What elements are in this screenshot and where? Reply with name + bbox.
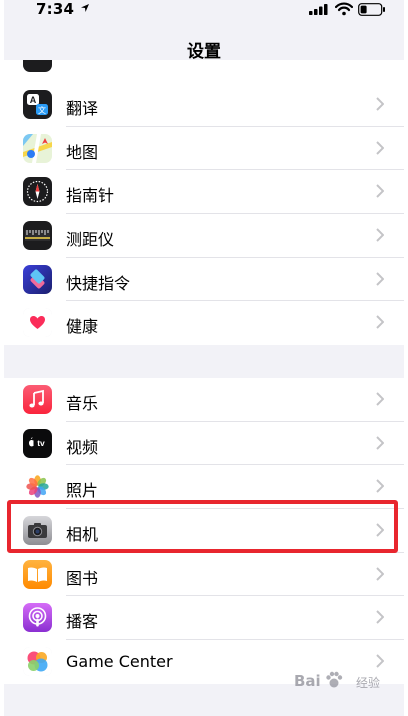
status-time: 7:34 [36,0,75,18]
tv-icon: tv [23,428,52,458]
chevron-right-icon [376,315,384,330]
settings-row-label: 翻译 [66,99,99,118]
settings-row-podcasts[interactable]: 播客 [4,596,404,641]
baidu-watermark: Bai 经验 [294,668,394,696]
photos-icon [23,472,52,502]
shortcuts-icon [23,264,52,294]
maps-icon [23,133,52,163]
settings-row-books[interactable]: 图书 [4,553,404,597]
settings-row-shortcuts[interactable]: 快捷指令 [4,258,404,302]
chevron-right-icon [376,272,384,286]
compass-icon [23,177,52,207]
settings-row-tv[interactable]: tv 视频 [4,422,404,466]
page-title: 设置 [187,42,221,62]
settings-row-label: 健康 [66,317,99,337]
settings-row-measure[interactable]: 测距仪 [4,214,404,258]
chevron-right-icon [376,479,384,494]
chevron-right-icon [376,97,384,111]
health-icon [23,308,52,338]
cellular-signal-icon [309,4,328,15]
translate-icon: A 文 [23,90,52,119]
battery-icon [358,3,385,16]
location-arrow-icon [81,4,89,12]
settings-row-label: 测距仪 [66,230,115,250]
tv-icon-text: tv [37,438,45,448]
translate-glyph-b: 文 [38,105,46,115]
settings-row-label: 视频 [66,437,99,457]
chevron-right-icon [376,184,384,199]
books-icon [23,559,52,589]
chevron-right-icon [376,567,384,581]
settings-row-health[interactable]: 健康 [4,301,404,345]
chevron-right-icon [376,610,384,625]
settings-screen: 7:34 设置 A 文 翻译 地图 指南针 测距仪 快捷指令 健康 音乐 tv … [4,0,404,716]
music-icon [23,385,52,414]
chevron-right-icon [376,392,384,406]
settings-row-label: 照片 [66,481,99,501]
watermark-subtext: 经验 [356,676,381,690]
settings-row-maps[interactable]: 地图 [4,127,404,171]
watermark-text: Bai [294,672,321,690]
chevron-right-icon [376,140,384,155]
podcasts-icon [23,603,52,633]
settings-group-apps-1: A 文 翻译 地图 指南针 测距仪 快捷指令 健康 [4,83,404,345]
settings-row-label: 地图 [66,142,99,162]
chevron-right-icon [376,435,384,450]
measure-icon [23,221,52,251]
settings-row-label: 指南针 [66,186,115,206]
status-bar: 7:34 [4,0,404,22]
chevron-right-icon [376,654,384,668]
partial-app-icon [23,60,52,72]
settings-row-compass[interactable]: 指南针 [4,170,404,215]
settings-group-partial [4,60,404,83]
camera-highlight-annotation [7,500,398,553]
paw-icon [326,671,343,688]
game-center-icon [23,647,52,677]
settings-row-label: 快捷指令 [66,273,131,293]
settings-row-translate[interactable]: A 文 翻译 [4,83,404,127]
settings-row-music[interactable]: 音乐 [4,378,404,422]
settings-row-label: Game Center [66,652,173,672]
settings-row-label: 音乐 [66,394,99,413]
wifi-icon [335,2,353,16]
settings-row-label: 播客 [66,612,99,632]
settings-row-label: 图书 [66,568,99,588]
chevron-right-icon [376,228,384,242]
translate-glyph-a: A [30,95,37,105]
